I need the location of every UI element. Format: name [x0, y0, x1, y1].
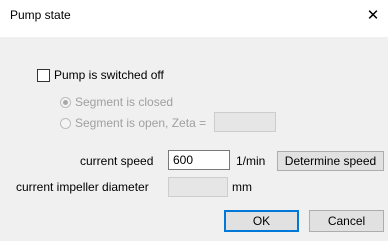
- title-bar: Pump state ✕: [0, 0, 388, 30]
- pump-off-label: Pump is switched off: [54, 68, 164, 82]
- dialog-title: Pump state: [10, 8, 71, 22]
- determine-speed-button[interactable]: Determine speed: [277, 151, 384, 171]
- pump-off-checkbox-row[interactable]: Pump is switched off: [37, 68, 164, 82]
- segment-closed-radio-row[interactable]: Segment is closed: [60, 95, 173, 109]
- cancel-button[interactable]: Cancel: [309, 210, 384, 232]
- impeller-unit-label: mm: [232, 180, 252, 194]
- pump-off-checkbox[interactable]: [37, 68, 50, 82]
- segment-open-radio[interactable]: [60, 117, 71, 129]
- segment-closed-radio[interactable]: [60, 96, 71, 108]
- segment-closed-label: Segment is closed: [75, 95, 174, 109]
- current-speed-input[interactable]: 600: [168, 150, 230, 170]
- impeller-diameter-label: current impeller diameter: [16, 180, 149, 194]
- speed-unit-label: 1/min: [236, 154, 266, 168]
- close-button[interactable]: ✕: [358, 0, 388, 30]
- segment-open-radio-row[interactable]: Segment is open, Zeta =: [60, 116, 206, 130]
- impeller-diameter-input[interactable]: [168, 177, 228, 197]
- current-speed-label: current speed: [80, 154, 154, 168]
- zeta-input[interactable]: [214, 112, 276, 132]
- pump-state-dialog: Pump state ✕ Pump is switched off Segmen…: [0, 0, 388, 241]
- ok-button[interactable]: OK: [224, 210, 299, 232]
- close-icon: ✕: [366, 7, 380, 24]
- segment-open-label: Segment is open, Zeta =: [75, 116, 207, 130]
